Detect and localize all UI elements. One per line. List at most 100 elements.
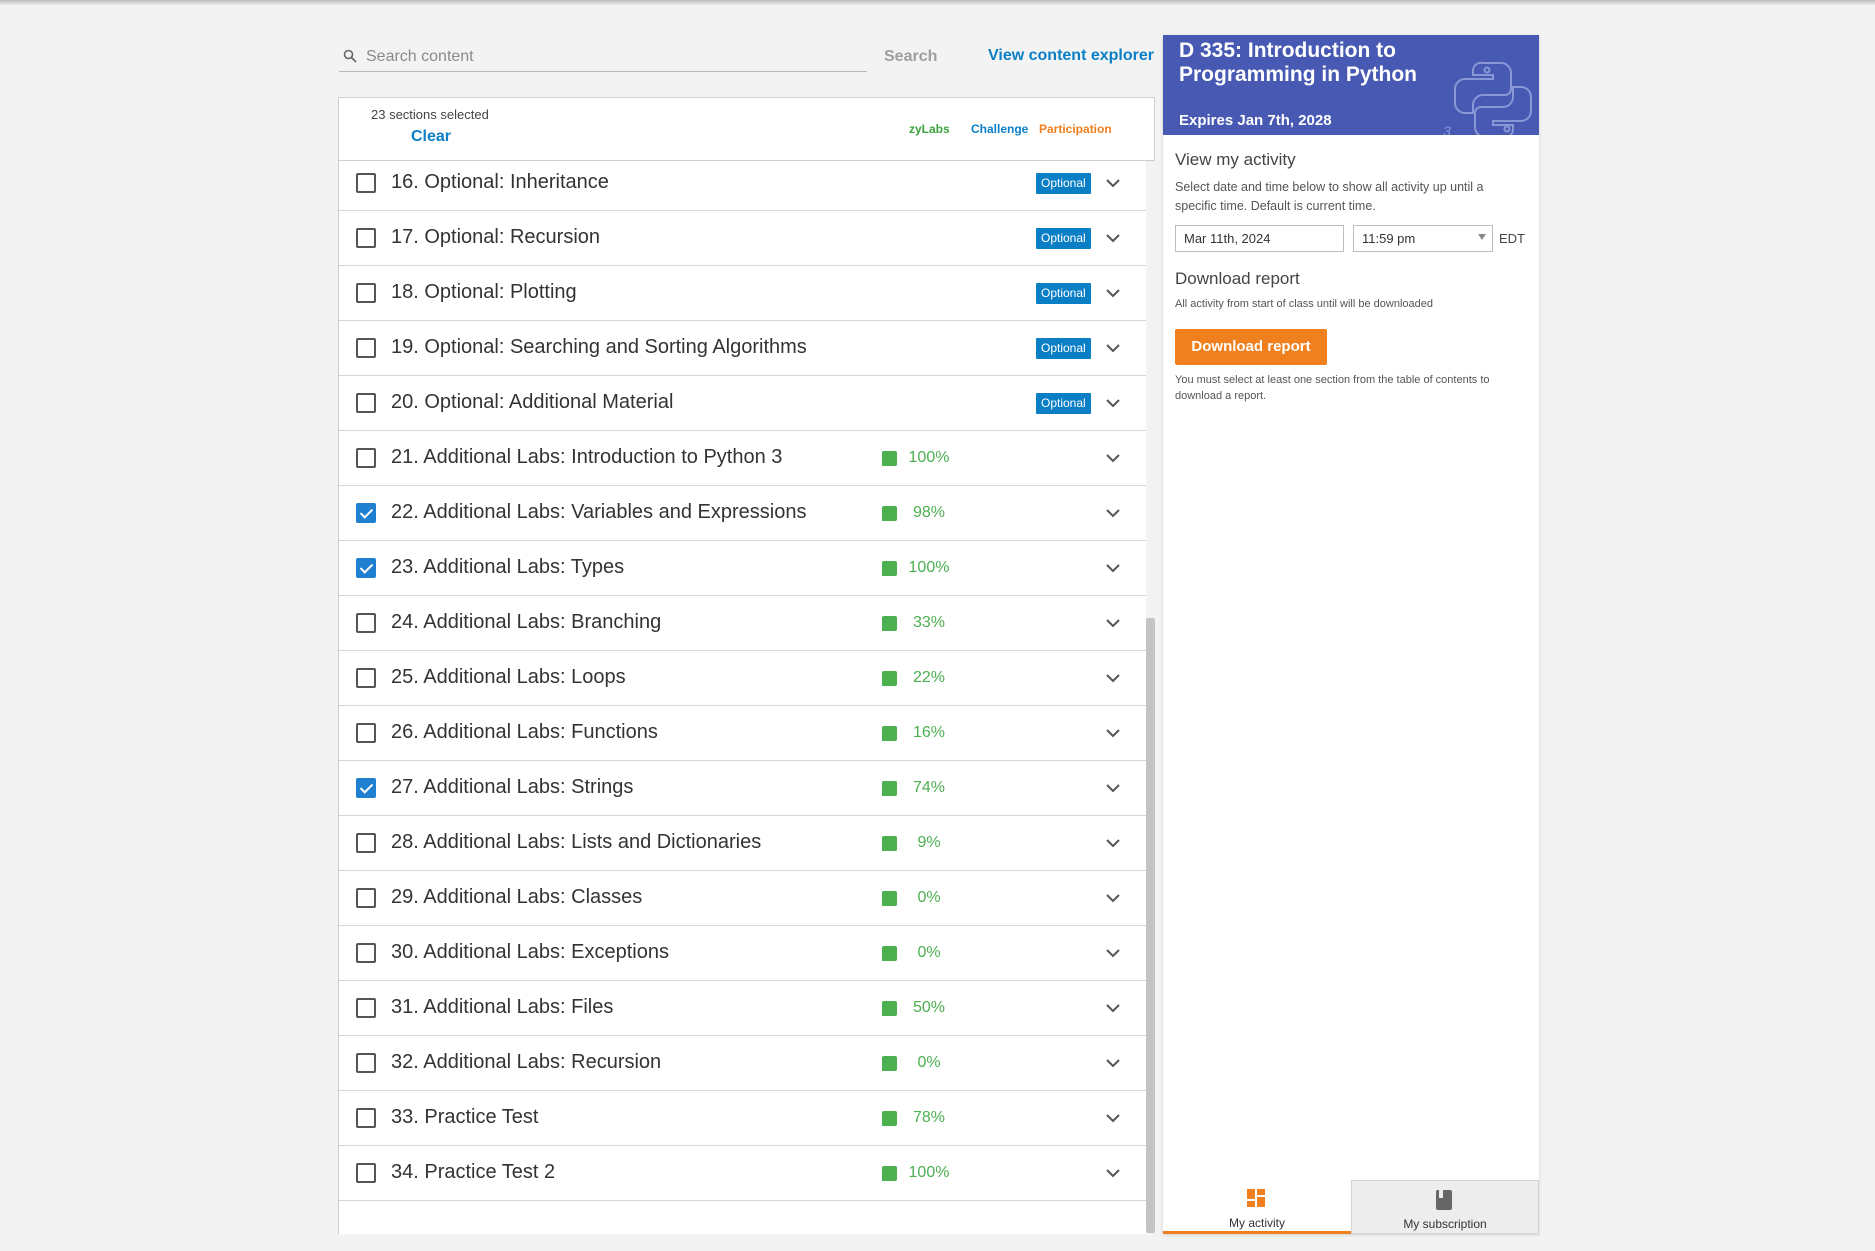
download-report-heading: Download report [1175,269,1300,288]
section-checkbox[interactable] [356,338,376,358]
chevron-down-icon[interactable] [1104,999,1122,1017]
section-title: 34. Practice Test 2 [391,1161,556,1183]
chevron-down-icon[interactable] [1104,724,1122,742]
toc-row[interactable]: 30. Additional Labs: Exceptions 0% [339,926,1146,981]
section-checkbox[interactable] [356,833,376,853]
zylabs-progress-icon [882,891,897,906]
chevron-down-icon[interactable] [1104,1109,1122,1127]
toc-row[interactable]: 19. Optional: Searching and Sorting Algo… [339,321,1146,376]
chevron-down-icon[interactable] [1104,229,1122,247]
section-checkbox[interactable] [356,283,376,303]
download-report-description: All activity from start of class until w… [1175,298,1433,310]
zylabs-progress-icon [882,946,897,961]
view-content-explorer-link[interactable]: View content explorer [988,47,1154,65]
toc-row[interactable]: 27. Additional Labs: Strings 74% [339,761,1146,816]
zylabs-percent: 100% [908,559,950,576]
section-checkbox[interactable] [356,943,376,963]
chevron-down-icon[interactable] [1104,944,1122,962]
zylabs-progress-icon [882,781,897,796]
zylabs-percent: 9% [917,834,941,851]
section-checkbox[interactable] [356,1163,376,1183]
section-title: 16. Optional: Inheritance [391,171,609,193]
chevron-down-icon[interactable] [1104,284,1122,302]
date-field[interactable]: Mar 11th, 2024 [1175,225,1344,252]
clear-selection-button[interactable]: Clear [411,128,451,146]
section-checkbox[interactable] [356,503,376,523]
toc-row[interactable]: 22. Additional Labs: Variables and Expre… [339,486,1146,541]
section-title: 20. Optional: Additional Material [391,391,674,413]
section-checkbox[interactable] [356,448,376,468]
toc-row[interactable]: 20. Optional: Additional Material Optiona… [339,376,1146,431]
chevron-down-icon[interactable] [1104,449,1122,467]
section-checkbox[interactable] [356,723,376,743]
tab-my-activity[interactable]: My activity [1163,1180,1351,1234]
chevron-down-icon[interactable] [1104,669,1122,687]
zylabs-percent: 22% [912,669,946,686]
toc-row[interactable]: 33. Practice Test 78% [339,1091,1146,1146]
section-checkbox[interactable] [356,778,376,798]
toc-row[interactable]: 24. Additional Labs: Branching 33% [339,596,1146,651]
zylabs-percent: 74% [912,779,946,796]
time-value: 11:59 pm [1362,231,1416,246]
section-checkbox[interactable] [356,228,376,248]
section-title: 18. Optional: Plotting [391,281,577,303]
dropdown-arrow-icon [1478,234,1486,240]
search-input[interactable] [366,45,856,69]
zylabs-progress-icon [882,1166,897,1181]
view-activity-heading: View my activity [1175,150,1296,169]
chevron-down-icon[interactable] [1104,174,1122,192]
search-button[interactable]: Search [884,48,937,66]
zylabs-percent: 0% [917,1054,941,1071]
chevron-down-icon[interactable] [1104,394,1122,412]
chevron-down-icon[interactable] [1104,504,1122,522]
toc-row[interactable]: 21. Additional Labs: Introduction to Pyt… [339,431,1146,486]
selected-count: 23 sections selected [371,107,489,122]
toc-row[interactable]: 26. Additional Labs: Functions 16% [339,706,1146,761]
window-top-edge [0,0,1875,5]
section-title: 23. Additional Labs: Types [391,556,625,578]
toc-row[interactable]: 28. Additional Labs: Lists and Dictionar… [339,816,1146,871]
chevron-down-icon[interactable] [1104,614,1122,632]
download-report-note: You must select at least one section fro… [1175,374,1490,402]
chevron-down-icon[interactable] [1104,834,1122,852]
section-checkbox[interactable] [356,668,376,688]
section-title: 32. Additional Labs: Recursion [391,1051,662,1073]
chevron-down-icon[interactable] [1104,339,1122,357]
toc-row[interactable]: 31. Additional Labs: Files 50% [339,981,1146,1036]
toc-row[interactable]: 25. Additional Labs: Loops 22% [339,651,1146,706]
section-checkbox[interactable] [356,888,376,908]
section-checkbox[interactable] [356,173,376,193]
python-logo-icon: 3 [1443,57,1539,135]
toc-row[interactable]: 29. Additional Labs: Classes 0% [339,871,1146,926]
toc-row[interactable]: 18. Optional: Plotting Optional [339,266,1146,321]
section-checkbox[interactable] [356,558,376,578]
chevron-down-icon[interactable] [1104,1054,1122,1072]
chevron-down-icon[interactable] [1104,779,1122,797]
toc-row[interactable]: 23. Additional Labs: Types 100% [339,541,1146,596]
toc-row[interactable]: 34. Practice Test 2 100% [339,1146,1146,1201]
section-checkbox[interactable] [356,613,376,633]
section-checkbox[interactable] [356,393,376,413]
toc-scrollbar[interactable] [1146,618,1155,1233]
logo-mark: 3 [1443,123,1451,135]
chevron-down-icon[interactable] [1104,889,1122,907]
section-checkbox[interactable] [356,998,376,1018]
zylabs-percent: 16% [912,724,946,741]
toc-row[interactable]: 16. Optional: Inheritance Optional [339,156,1146,211]
section-checkbox[interactable] [356,1053,376,1073]
tab-my-subscription[interactable]: My subscription [1351,1180,1539,1234]
time-select[interactable]: 11:59 pm [1353,225,1493,252]
chevron-down-icon[interactable] [1104,1164,1122,1182]
toc-row[interactable]: 32. Additional Labs: Recursion 0% [339,1036,1146,1091]
zylabs-percent: 50% [912,999,946,1016]
download-report-button[interactable]: Download report [1175,329,1327,365]
section-title: 17. Optional: Recursion [391,226,601,248]
chevron-down-icon[interactable] [1104,559,1122,577]
section-checkbox[interactable] [356,1108,376,1128]
optional-badge: Optional [1036,283,1091,304]
optional-badge: Optional [1036,173,1091,194]
book-icon [1436,1190,1452,1215]
toc-row[interactable]: 17. Optional: Recursion Optional [339,211,1146,266]
activity-panel: D 335: Introduction to Programming in Py… [1163,35,1539,1234]
optional-badge: Optional [1036,228,1091,249]
